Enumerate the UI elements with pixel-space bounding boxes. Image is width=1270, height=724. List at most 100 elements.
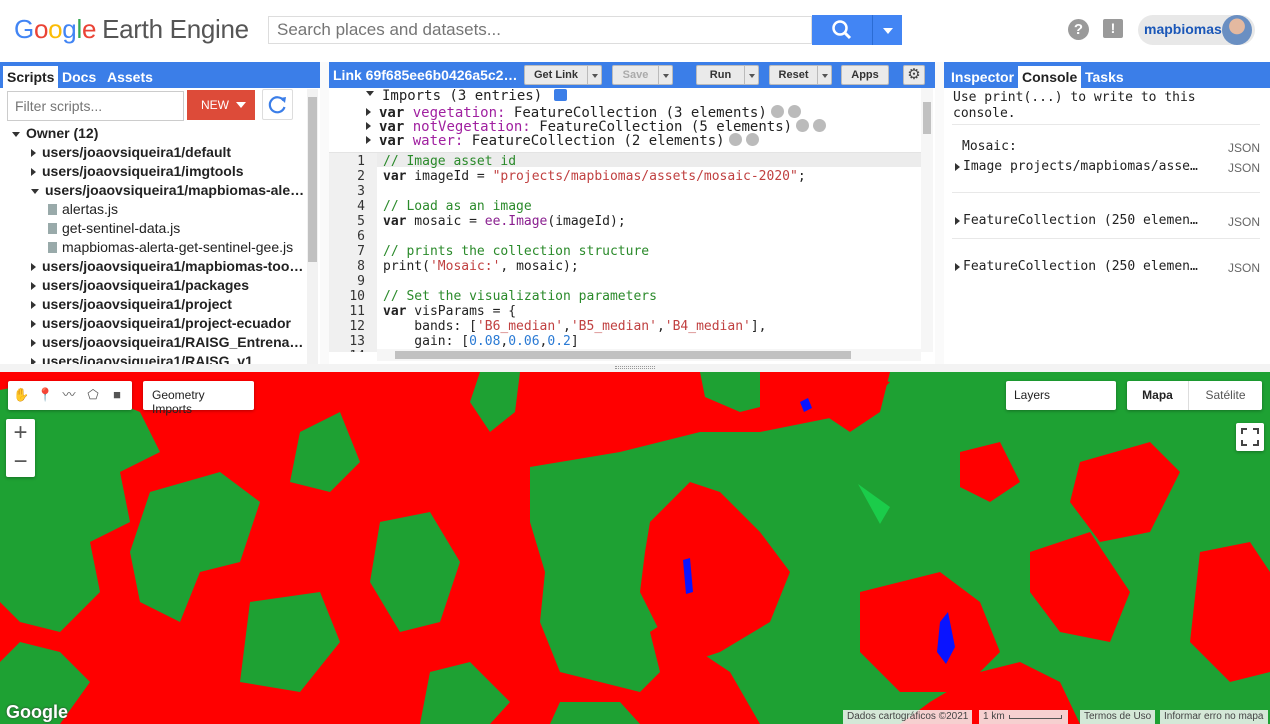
visibility-icon[interactable] (787, 105, 801, 118)
reset-button[interactable]: Reset (769, 65, 832, 85)
script-folder-item[interactable]: users/joaovsiqueira1/mapbiomas-ale… (31, 182, 304, 201)
script-folder-item[interactable]: users/joaovsiqueira1/packages (31, 277, 249, 296)
search-button[interactable] (812, 15, 872, 45)
expand-arrow-icon[interactable] (955, 217, 960, 225)
run-dropdown[interactable] (744, 66, 758, 84)
settings-icon[interactable] (728, 133, 742, 146)
geometry-imports-button[interactable]: Geometry Imports (143, 381, 254, 416)
collapsed-arrow-icon[interactable] (31, 301, 36, 310)
import-entry[interactable]: var water: FeatureCollection (2 elements… (366, 133, 759, 149)
tab-console[interactable]: Console (1018, 66, 1082, 88)
script-folder-item[interactable]: users/joaovsiqueira1/project (31, 296, 232, 315)
collapsed-arrow-icon[interactable] (31, 282, 36, 291)
save-dropdown[interactable] (658, 66, 672, 84)
rectangle-tool-icon[interactable]: ■ (109, 387, 125, 403)
collapsed-arrow-icon[interactable] (31, 320, 36, 329)
scale-bar[interactable]: 1 km (979, 710, 1068, 724)
splitter-grip[interactable] (615, 366, 655, 369)
editor-horizontal-scrollbar[interactable] (377, 349, 921, 361)
polygon-tool-icon[interactable]: ⬠ (85, 387, 101, 403)
reset-dropdown[interactable] (817, 66, 831, 84)
feedback-icon[interactable]: ! (1103, 19, 1123, 38)
script-folder-item[interactable]: users/joaovsiqueira1/RAISG_Entrena… (31, 334, 303, 353)
expand-arrow-icon[interactable] (366, 122, 371, 130)
scrollbar-thumb[interactable] (395, 351, 851, 359)
json-toggle[interactable]: JSON (1228, 215, 1260, 229)
script-folder-item[interactable]: users/joaovsiqueira1/mapbiomas-too… (31, 258, 303, 277)
tab-scripts[interactable]: Scripts (3, 66, 59, 88)
google-watermark[interactable]: Google (6, 702, 68, 723)
visibility-icon[interactable] (745, 133, 759, 146)
script-folder-item[interactable]: users/joaovsiqueira1/default (31, 144, 231, 163)
scrollbar-thumb[interactable] (923, 102, 931, 134)
new-script-button[interactable]: NEW (187, 90, 255, 120)
expanded-arrow-icon[interactable] (12, 131, 20, 137)
console-entry-value[interactable]: Image projects/mapbiomas/asse… (963, 159, 1198, 174)
json-toggle[interactable]: JSON (1228, 141, 1260, 155)
settings-icon[interactable] (770, 105, 784, 118)
editor-vertical-scrollbar[interactable] (921, 88, 933, 352)
run-button[interactable]: Run (696, 65, 759, 85)
get-link-dropdown[interactable] (587, 66, 601, 84)
map-type-satellite[interactable]: Satélite (1189, 381, 1262, 410)
imports-doc-icon[interactable] (553, 89, 567, 101)
refresh-button[interactable] (262, 89, 293, 120)
point-marker-icon[interactable]: 📍 (37, 387, 53, 403)
collapsed-arrow-icon[interactable] (31, 339, 36, 348)
scripts-scrollbar[interactable] (307, 89, 318, 364)
gear-icon[interactable]: ⚙ (903, 65, 925, 85)
settings-icon[interactable] (796, 119, 810, 132)
script-file-item[interactable]: get-sentinel-data.js (48, 220, 180, 239)
json-toggle[interactable]: JSON (1228, 161, 1260, 175)
script-folder-item[interactable]: users/joaovsiqueira1/RAISG_v1 (31, 353, 253, 364)
expand-arrow-icon[interactable] (366, 108, 371, 116)
search-options-button[interactable] (872, 15, 902, 45)
map-view[interactable]: ✋ 📍 〰 ⬠ ■ Geometry Imports + − Layers Ma… (0, 372, 1270, 724)
script-file-item[interactable]: alertas.js (48, 201, 118, 220)
imports-header[interactable]: Imports (3 entries) (382, 88, 567, 104)
user-account-chip[interactable]: mapbiomas (1138, 15, 1255, 45)
tab-assets[interactable]: Assets (103, 66, 157, 88)
json-toggle[interactable]: JSON (1228, 261, 1260, 275)
expanded-arrow-icon[interactable] (31, 188, 39, 194)
script-folder-item[interactable]: users/joaovsiqueira1/imgtools (31, 163, 244, 182)
collapsed-arrow-icon[interactable] (31, 149, 36, 158)
zoom-out-button[interactable]: − (6, 448, 35, 477)
collapsed-arrow-icon[interactable] (31, 263, 36, 272)
layers-button[interactable]: Layers (1006, 381, 1116, 410)
script-title[interactable]: Link 69f685ee6b0426a5c2… (333, 67, 517, 83)
collapsed-arrow-icon[interactable] (31, 168, 36, 177)
help-icon[interactable]: ? (1068, 19, 1089, 40)
tab-tasks[interactable]: Tasks (1081, 66, 1128, 88)
expand-arrow-icon[interactable] (366, 136, 371, 144)
zoom-in-button[interactable]: + (6, 419, 35, 448)
scrollbar-thumb[interactable] (308, 97, 317, 262)
tab-inspector[interactable]: Inspector (947, 66, 1018, 88)
earth-engine-logo[interactable]: Google Earth Engine (14, 14, 249, 45)
expand-arrow-icon[interactable] (955, 163, 960, 171)
script-file-item[interactable]: mapbiomas-alerta-get-sentinel-gee.js (48, 239, 293, 258)
code-area[interactable]: 1234567891011121314 // Image asset idvar… (329, 152, 921, 352)
line-tool-icon[interactable]: 〰 (61, 387, 77, 403)
panel-splitter[interactable] (935, 62, 944, 364)
pan-hand-icon[interactable]: ✋ (13, 387, 29, 403)
report-error-link[interactable]: Informar erro no mapa (1160, 710, 1268, 724)
map-type-map[interactable]: Mapa (1127, 381, 1189, 410)
expand-arrow-icon[interactable] (955, 263, 960, 271)
visibility-icon[interactable] (813, 119, 827, 132)
console-entry-value[interactable]: FeatureCollection (250 elemen… (963, 259, 1198, 274)
filter-scripts-input[interactable] (7, 91, 184, 121)
console-entry-value[interactable]: FeatureCollection (250 elemen… (963, 213, 1198, 228)
script-folder-item[interactable]: users/joaovsiqueira1/project-ecuador (31, 315, 291, 334)
collapse-imports-icon[interactable] (366, 91, 374, 96)
fullscreen-button[interactable] (1236, 423, 1264, 451)
get-link-button[interactable]: Get Link (524, 65, 602, 85)
map-splitter[interactable] (0, 364, 1270, 372)
tab-docs[interactable]: Docs (58, 66, 100, 88)
apps-button[interactable]: Apps (841, 65, 889, 85)
script-folder-item[interactable]: Owner (12) (12, 125, 98, 144)
save-button[interactable]: Save (612, 65, 673, 85)
panel-splitter[interactable] (320, 62, 329, 364)
terms-link[interactable]: Termos de Uso (1080, 710, 1156, 724)
search-input[interactable] (268, 16, 812, 44)
